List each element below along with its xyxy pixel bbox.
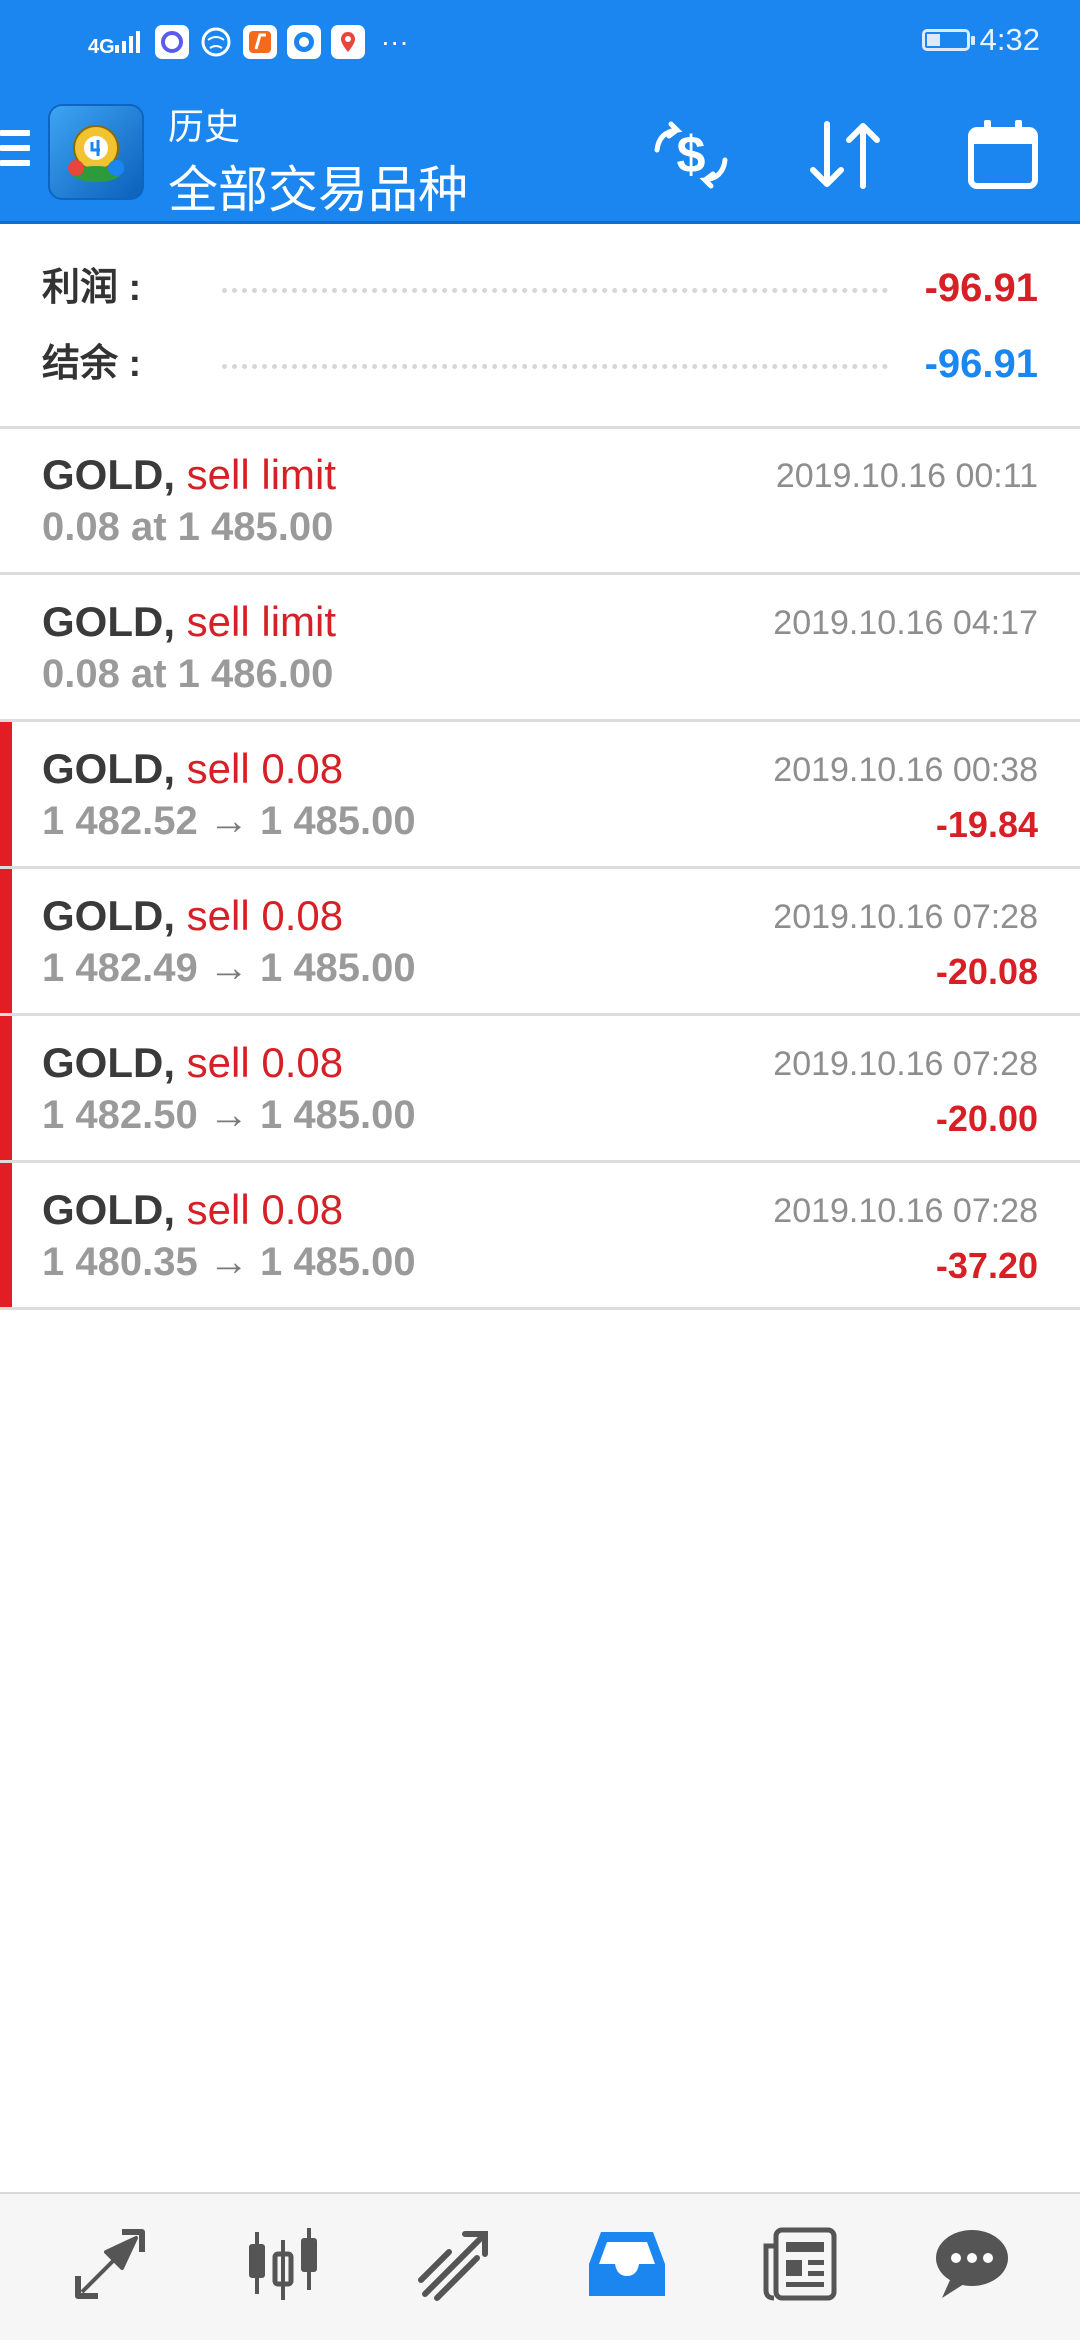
deal-row[interactable]: GOLD, sell 0.08 1 482.50 → 1 485.00 2019… [0, 1016, 1080, 1163]
browser-app-icon [286, 25, 321, 59]
deal-title: GOLD, sell 0.08 [42, 1038, 343, 1088]
map-pin-app-icon [330, 25, 365, 59]
sort-icon[interactable] [800, 110, 890, 200]
news-icon[interactable] [745, 2214, 855, 2314]
deal-type: sell 0.08 [186, 1186, 344, 1233]
deal-profit: -19.84 [935, 804, 1038, 845]
history-summary: 利润 : -96.91 结余 : -96.91 [0, 246, 1080, 426]
open-price: 1 482.52 [42, 799, 198, 843]
close-price: 1 485.00 [259, 799, 416, 843]
order-date: 2019.10.16 00:11 [775, 457, 1038, 495]
signal-icon: 4G [88, 29, 145, 58]
deal-prices: 1 482.50 → 1 485.00 [42, 1090, 416, 1140]
deal-title: GOLD, sell 0.08 [42, 744, 343, 794]
arrow-right-icon: → [208, 946, 249, 990]
status-icons: 4G ··· [88, 22, 409, 62]
header-title[interactable]: 全部交易品种 [168, 150, 468, 222]
deal-prices: 1 482.49 → 1 485.00 [42, 943, 416, 993]
profit-row: 利润 : -96.91 [42, 258, 1038, 318]
deal-type: sell 0.08 [186, 1039, 344, 1086]
status-right: 4:32 [921, 18, 1040, 62]
profit-label: 利润 : [42, 267, 142, 309]
app-bar: 历史 全部交易品种 $ [0, 80, 1080, 224]
arrow-right-icon: → [208, 1240, 249, 1284]
deal-date: 2019.10.16 07:28 [773, 898, 1038, 936]
hamburger-menu-icon[interactable] [0, 130, 30, 166]
calendar-icon[interactable] [958, 110, 1048, 200]
close-price: 1 485.00 [259, 1093, 416, 1137]
deal-profit: -20.00 [935, 1098, 1038, 1139]
open-price: 1 482.50 [42, 1093, 198, 1137]
balance-label: 结余 : [42, 343, 142, 385]
quotes-icon[interactable] [55, 2214, 165, 2314]
open-price: 1 480.35 [42, 1240, 198, 1284]
open-price: 1 482.49 [42, 946, 198, 990]
deal-row[interactable]: GOLD, sell 0.08 1 480.35 → 1 485.00 2019… [0, 1163, 1080, 1310]
symbol: GOLD, [42, 1039, 175, 1086]
battery-fill [926, 34, 940, 46]
metatrader-logo-icon [48, 104, 144, 200]
loss-indicator-bar [0, 722, 12, 866]
deal-date: 2019.10.16 00:38 [773, 751, 1038, 789]
deal-row[interactable]: GOLD, sell 0.08 1 482.52 → 1 485.00 2019… [0, 722, 1080, 869]
arrow-right-icon: → [208, 1093, 249, 1137]
deal-prices: 1 480.35 → 1 485.00 [42, 1237, 416, 1287]
overflow-indicator: ··· [380, 26, 409, 57]
clock: 4:32 [979, 22, 1040, 57]
loss-indicator-bar [0, 869, 12, 1013]
chart-icon[interactable] [228, 2214, 338, 2314]
deal-prices: 1 482.52 → 1 485.00 [42, 796, 416, 846]
deal-type: sell 0.08 [186, 745, 344, 792]
bottom-navigation [0, 2192, 1080, 2340]
chat-icon[interactable] [917, 2214, 1027, 2314]
deal-profit: -37.20 [935, 1245, 1038, 1286]
deal-row[interactable]: GOLD, sell 0.08 1 482.49 → 1 485.00 2019… [0, 869, 1080, 1016]
order-detail: 0.08 at 1 486.00 [42, 652, 334, 696]
balance-value: -96.91 [924, 342, 1038, 386]
loss-indicator-bar [0, 1016, 12, 1160]
arrow-right-icon: → [208, 799, 249, 843]
close-price: 1 485.00 [259, 946, 416, 990]
dotted-leader [222, 288, 888, 293]
q-app-icon [154, 25, 189, 59]
order-title: GOLD, sell limit [42, 450, 336, 500]
deal-date: 2019.10.16 07:28 [773, 1192, 1038, 1230]
profit-value: -96.91 [924, 266, 1038, 310]
network-type: 4G [88, 35, 115, 58]
symbol: GOLD, [42, 892, 175, 939]
symbol: GOLD, [42, 451, 175, 498]
symbol: GOLD, [42, 745, 175, 792]
svg-text:$: $ [677, 126, 706, 184]
history-icon[interactable] [572, 2214, 682, 2314]
trade-history-list: GOLD, sell limit 0.08 at 1 485.00 2019.1… [0, 428, 1080, 1310]
order-date: 2019.10.16 04:17 [773, 604, 1038, 642]
f-app-icon [242, 25, 277, 59]
order-row[interactable]: GOLD, sell limit 0.08 at 1 485.00 2019.1… [0, 428, 1080, 575]
deal-profit: -20.08 [935, 951, 1038, 992]
dotted-leader [222, 364, 888, 369]
currency-exchange-icon[interactable]: $ [646, 110, 736, 200]
symbol: GOLD, [42, 1186, 175, 1233]
order-type: sell limit [186, 598, 337, 645]
order-title: GOLD, sell limit [42, 597, 336, 647]
status-bar: 4G ··· 4:32 [0, 0, 1080, 80]
order-detail: 0.08 at 1 485.00 [42, 505, 334, 549]
battery-icon [921, 29, 975, 51]
deal-type: sell 0.08 [186, 892, 344, 939]
deal-date: 2019.10.16 07:28 [773, 1045, 1038, 1083]
order-row[interactable]: GOLD, sell limit 0.08 at 1 486.00 2019.1… [0, 575, 1080, 722]
globe-app-icon [199, 25, 233, 59]
order-type: sell limit [186, 451, 337, 498]
balance-row: 结余 : -96.91 [42, 334, 1038, 394]
loss-indicator-bar [0, 1163, 12, 1307]
symbol: GOLD, [42, 598, 175, 645]
header-subtitle: 历史 [168, 106, 241, 147]
deal-title: GOLD, sell 0.08 [42, 891, 343, 941]
trade-icon[interactable] [400, 2214, 510, 2314]
close-price: 1 485.00 [259, 1240, 416, 1284]
deal-title: GOLD, sell 0.08 [42, 1185, 343, 1235]
